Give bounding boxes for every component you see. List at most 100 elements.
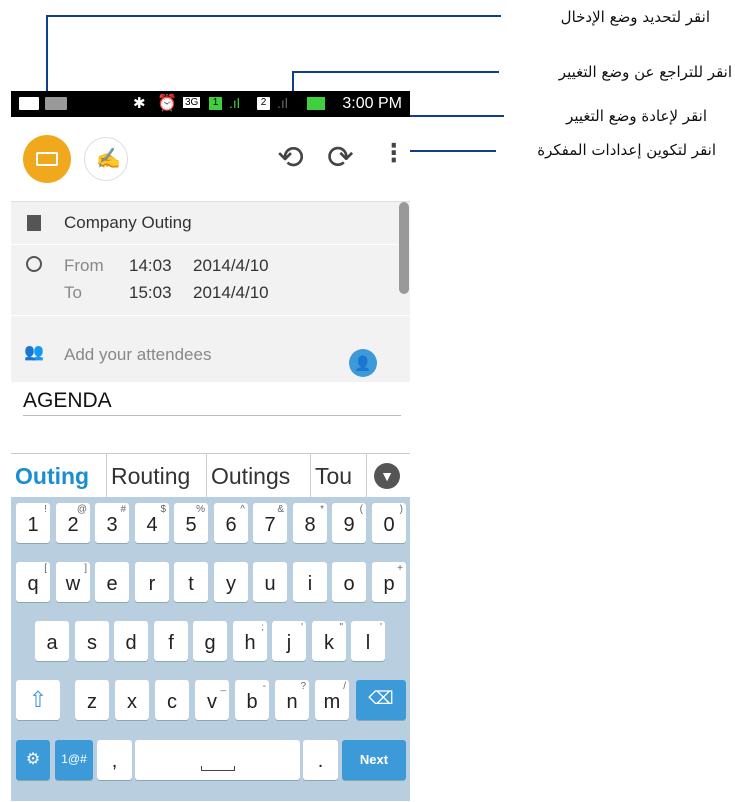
key-secondary-label: + (397, 563, 403, 574)
key-0[interactable]: 0) (372, 503, 406, 543)
period-key[interactable]: . (303, 740, 338, 780)
key-label: a (46, 632, 58, 654)
key-x[interactable]: x (115, 680, 149, 720)
key-label: 7 (264, 514, 276, 536)
key-8[interactable]: 8 * (293, 503, 327, 543)
key-p[interactable]: p + (372, 562, 406, 602)
key-f[interactable]: f (154, 621, 188, 661)
key-label: w (65, 573, 81, 595)
event-title[interactable]: Company Outing (64, 213, 192, 233)
key-label: h (244, 632, 256, 654)
key-q[interactable]: q[ (16, 562, 50, 602)
symbols-key[interactable]: 1@# (55, 740, 93, 780)
keyboard-mode-button[interactable] (23, 135, 71, 183)
period-label: . (317, 750, 324, 772)
key-y[interactable]: y (214, 562, 248, 602)
attendees-section: 👥 Add your attendees 👤 (11, 316, 410, 382)
key-m[interactable]: m / (315, 680, 349, 720)
key-c[interactable]: c (155, 680, 189, 720)
key-9[interactable]: 9( (332, 503, 366, 543)
key-o[interactable]: o (332, 562, 366, 602)
key-d[interactable]: d (114, 621, 148, 661)
key-h[interactable]: h; (233, 621, 267, 661)
key-7[interactable]: 7 & (253, 503, 287, 543)
key-r[interactable]: r (135, 562, 169, 602)
key-5[interactable]: 5% (174, 503, 208, 543)
notes-area[interactable]: AGENDA (11, 383, 410, 451)
suggestion-2[interactable]: Routing (107, 454, 207, 498)
key-label: r (148, 573, 156, 595)
keyboard: 1! 2 @3 #4 $5% 6 ^ 7 & 8 * 9(0) q[w] e r t y u i o p + a s d f g h;… (11, 497, 410, 801)
from-label: From (64, 256, 104, 275)
keyboard-icon (36, 152, 58, 166)
key-e[interactable]: e (95, 562, 129, 602)
add-attendee-button[interactable]: 👤 (349, 349, 377, 377)
key-4[interactable]: 4 $ (135, 503, 169, 543)
key-label: u (264, 573, 276, 595)
key-z[interactable]: z (75, 680, 109, 720)
suggestion-3[interactable]: Outings (207, 454, 311, 498)
key-i[interactable]: i (293, 562, 327, 602)
toolbar: ✍ ⟲ ⟳ ⁝ (11, 117, 410, 202)
key-n[interactable]: n? (275, 680, 309, 720)
undo-button[interactable]: ⟲ (277, 141, 304, 173)
key-g[interactable]: g (193, 621, 227, 661)
key-a[interactable]: a (35, 621, 69, 661)
key-6[interactable]: 6 ^ (214, 503, 248, 543)
status-bar: ✱ ⏰ 3G 1 .ıl 2 .ıl 3:00 PM (11, 91, 410, 117)
handwriting-mode-button[interactable]: ✍ (84, 137, 128, 181)
network-label: 3G (183, 97, 201, 108)
suggestion-4[interactable]: Tou (311, 454, 367, 498)
key-u[interactable]: u (253, 562, 287, 602)
callout-line-undo-h (292, 71, 499, 73)
signal1-icon: .ıl (229, 95, 240, 111)
attendees-input[interactable]: Add your attendees (64, 345, 211, 365)
next-key[interactable]: Next (342, 740, 406, 780)
space-icon (201, 766, 235, 771)
key-2[interactable]: 2 @ (56, 503, 90, 543)
next-label: Next (359, 752, 389, 767)
key-k[interactable]: k " (312, 621, 346, 661)
comma-key[interactable]: , (97, 740, 132, 780)
picture-icon (19, 97, 39, 110)
to-date[interactable]: 2014/4/10 (193, 283, 269, 303)
backspace-key[interactable]: ⌫ (356, 680, 406, 720)
sim2-icon: 2 (257, 97, 270, 110)
shift-key[interactable]: ⇧ (16, 680, 60, 720)
sim1-icon: 1 (209, 97, 222, 110)
key-label: t (188, 573, 194, 595)
key-t[interactable]: t (174, 562, 208, 602)
key-v[interactable]: v _ (195, 680, 229, 720)
key-3[interactable]: 3 # (95, 503, 129, 543)
key-s[interactable]: s (75, 621, 109, 661)
expand-suggestions-icon[interactable]: ▼ (374, 463, 400, 489)
key-secondary-label: & (277, 504, 284, 515)
key-1[interactable]: 1! (16, 503, 50, 543)
key-l[interactable]: l ' (351, 621, 385, 661)
key-label: b (246, 691, 258, 713)
redo-button[interactable]: ⟳ (327, 141, 354, 173)
key-label: z (87, 691, 97, 713)
comma-label: , (111, 750, 118, 772)
key-label: f (168, 632, 174, 654)
notes-text: AGENDA (23, 389, 112, 412)
settings-key[interactable]: ⚙ (16, 740, 50, 780)
key-secondary-label: @ (76, 504, 87, 515)
space-key[interactable] (135, 740, 300, 780)
scrollbar[interactable] (399, 202, 409, 294)
from-time[interactable]: 14:03 (129, 256, 172, 276)
key-b[interactable]: b- (235, 680, 269, 720)
key-j[interactable]: j ' (272, 621, 306, 661)
event-title-icon (27, 215, 41, 231)
callout-line-input-mode-h (46, 15, 501, 17)
bluetooth-icon: ✱ (133, 95, 146, 112)
callout-redo: انقر لإعادة وضع التغيير (566, 107, 707, 125)
key-secondary-label: # (120, 504, 126, 515)
suggestion-1[interactable]: Outing (11, 454, 107, 498)
key-secondary-label: ] (84, 563, 87, 574)
suggestion-bar: Outing Routing Outings Tou ▼ (11, 453, 410, 498)
to-time[interactable]: 15:03 (129, 283, 172, 303)
key-w[interactable]: w] (56, 562, 90, 602)
settings-menu-icon[interactable]: ⁝ (389, 139, 399, 169)
from-date[interactable]: 2014/4/10 (193, 256, 269, 276)
